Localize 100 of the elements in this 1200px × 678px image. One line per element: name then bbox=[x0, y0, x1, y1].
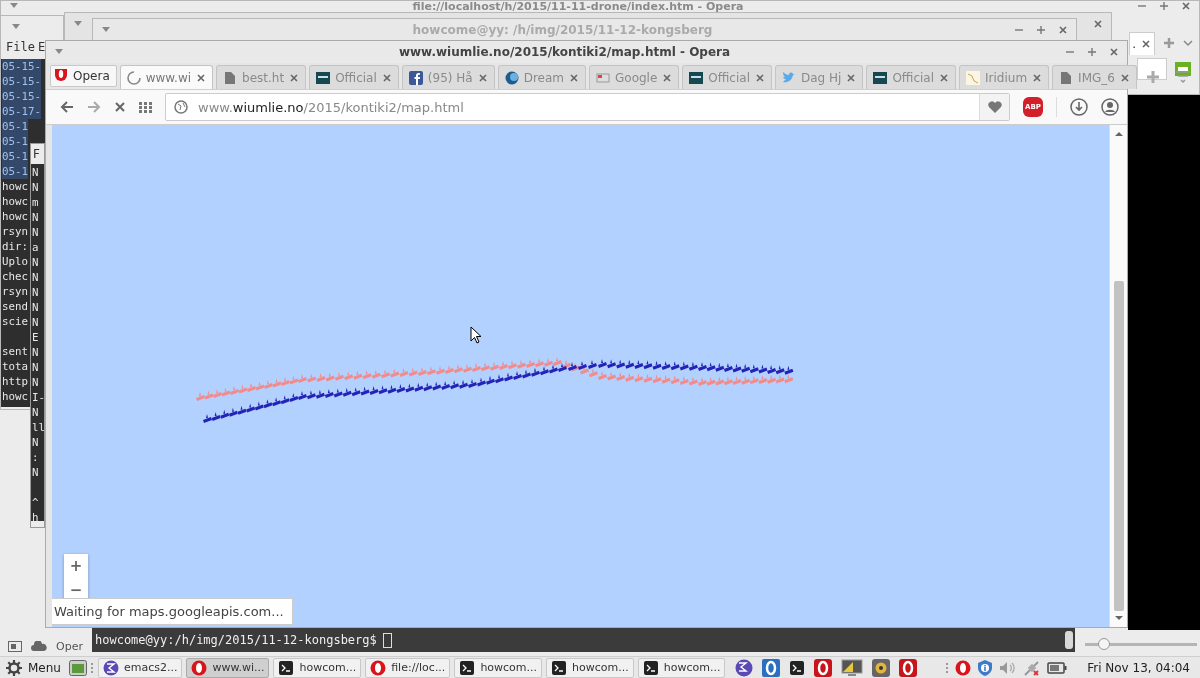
tab-menu-icon[interactable] bbox=[1174, 71, 1191, 83]
editor-logo-icon[interactable] bbox=[735, 658, 754, 677]
scrollbar-thumb[interactable] bbox=[1113, 281, 1124, 611]
terminal-line: h bbox=[32, 510, 39, 525]
opera-menu-button[interactable]: Opera bbox=[50, 65, 117, 87]
terminal-line: howc bbox=[2, 209, 28, 224]
opera-logo-icon bbox=[53, 69, 69, 83]
menu-item[interactable]: E bbox=[37, 40, 46, 54]
address-field[interactable] bbox=[1137, 58, 1167, 80]
close-icon[interactable] bbox=[939, 72, 950, 83]
site-favicon-icon bbox=[689, 70, 704, 85]
volume-icon[interactable] bbox=[999, 660, 1018, 675]
taskbar-button[interactable]: emacs2... bbox=[97, 657, 183, 678]
scroll-down-icon[interactable] bbox=[1114, 615, 1123, 621]
terminal-line: N bbox=[32, 285, 39, 300]
menu-item[interactable]: F bbox=[31, 144, 44, 164]
mouse-cursor-icon bbox=[470, 326, 482, 344]
browser-logo-icon[interactable] bbox=[762, 658, 781, 677]
terminal-line: : bbox=[32, 450, 39, 465]
monitor-icon[interactable] bbox=[841, 658, 864, 677]
map-view[interactable]: + − Waiting for maps.googleapis.com... bbox=[52, 125, 1109, 627]
close-icon[interactable] bbox=[1119, 72, 1130, 83]
close-icon[interactable] bbox=[846, 72, 857, 83]
terminal-icon[interactable] bbox=[789, 659, 806, 676]
handle-icon[interactable] bbox=[946, 662, 950, 673]
close-icon[interactable] bbox=[662, 72, 673, 83]
terminal-icon bbox=[551, 659, 568, 676]
scrollbar[interactable] bbox=[1109, 125, 1127, 627]
heart-icon bbox=[986, 100, 1003, 114]
editor-logo-icon bbox=[102, 659, 119, 676]
close-icon[interactable] bbox=[1032, 72, 1043, 83]
site-favicon-icon bbox=[316, 70, 331, 85]
terminal-line: E bbox=[32, 330, 39, 345]
close-icon[interactable] bbox=[1141, 38, 1151, 49]
terminal-line: N bbox=[32, 375, 39, 390]
url-text: www.wiumlie.no/2015/kontiki2/map.html bbox=[198, 99, 465, 115]
bookmark-button[interactable] bbox=[979, 94, 1009, 120]
browser-tab[interactable]: . bbox=[1129, 31, 1155, 55]
close-icon[interactable] bbox=[755, 72, 765, 83]
taskbar-button[interactable]: howcom... bbox=[546, 657, 634, 678]
status-bubble: Waiting for maps.googleapis.com... bbox=[52, 598, 293, 625]
account-icon[interactable] bbox=[1101, 98, 1119, 116]
download-icon[interactable] bbox=[1070, 98, 1088, 116]
close-icon[interactable] bbox=[569, 72, 579, 83]
menu-item[interactable]: File bbox=[6, 40, 35, 54]
maximize-icon[interactable] bbox=[1036, 25, 1046, 35]
taskbar-button[interactable]: howcom... bbox=[637, 657, 726, 678]
site-favicon-icon bbox=[966, 70, 981, 85]
close-icon[interactable] bbox=[1109, 47, 1119, 57]
close-icon[interactable] bbox=[1058, 25, 1068, 35]
browser-logo-icon[interactable] bbox=[814, 658, 833, 677]
new-tab-icon[interactable] bbox=[1163, 37, 1175, 49]
browser-logo-icon[interactable] bbox=[899, 658, 918, 677]
cloud-icon[interactable] bbox=[31, 641, 47, 651]
scroll-up-icon[interactable] bbox=[1114, 131, 1123, 137]
close-icon[interactable] bbox=[381, 72, 392, 83]
battery-icon[interactable] bbox=[1047, 661, 1068, 674]
address-field[interactable]: www.wiumlie.no/2015/kontiki2/map.html bbox=[165, 93, 1010, 121]
show-desktop-icon[interactable] bbox=[68, 659, 87, 676]
site-favicon-icon bbox=[596, 70, 610, 85]
speed-dial-icon[interactable] bbox=[139, 101, 152, 113]
browser-tab[interactable]: www.wi bbox=[119, 65, 214, 89]
terminal-icon bbox=[642, 659, 659, 676]
back-icon[interactable] bbox=[60, 101, 74, 113]
handle-icon[interactable] bbox=[90, 662, 94, 673]
text-cursor bbox=[382, 632, 392, 648]
start-menu-button[interactable]: Menu bbox=[0, 657, 65, 678]
browser-logo-icon[interactable] bbox=[955, 659, 972, 676]
terminal-line: a bbox=[32, 240, 39, 255]
browser-logo-icon bbox=[370, 659, 387, 676]
terminal-line: I- bbox=[32, 390, 45, 405]
scrollbar-thumb[interactable] bbox=[1065, 631, 1073, 649]
terminal-line: N bbox=[32, 270, 39, 285]
slider-thumb[interactable] bbox=[1098, 638, 1111, 650]
network-disconnected-icon[interactable] bbox=[1023, 658, 1042, 677]
new-tab-icon[interactable] bbox=[1145, 70, 1160, 84]
stop-icon[interactable] bbox=[114, 101, 126, 113]
shield-info-icon[interactable] bbox=[977, 658, 994, 677]
sidebar-toggle-icon[interactable] bbox=[8, 640, 22, 652]
terminal-line: N bbox=[32, 300, 39, 315]
taskbar-button[interactable]: howcom... bbox=[454, 657, 543, 678]
speaker-icon[interactable] bbox=[872, 658, 891, 677]
taskbar-button[interactable]: www.wi... bbox=[186, 657, 270, 678]
zoom-in-button[interactable]: + bbox=[64, 554, 88, 578]
maximize-icon[interactable] bbox=[1087, 47, 1097, 57]
close-icon[interactable] bbox=[1181, 1, 1191, 11]
taskbar-button[interactable]: howcom... bbox=[273, 657, 362, 678]
close-icon[interactable] bbox=[289, 72, 300, 83]
close-icon[interactable] bbox=[477, 72, 488, 83]
terminal-line: howc bbox=[2, 389, 28, 404]
document-icon bbox=[223, 70, 238, 85]
maximize-icon[interactable] bbox=[1159, 1, 1169, 11]
forward-icon[interactable] bbox=[87, 101, 101, 113]
clock[interactable]: Fri Nov 13, 04:04 bbox=[1087, 660, 1190, 675]
close-icon[interactable] bbox=[1093, 19, 1103, 29]
close-icon[interactable] bbox=[196, 72, 207, 83]
terminal-line: send bbox=[2, 299, 28, 314]
chevron-down-icon[interactable] bbox=[1183, 39, 1193, 47]
taskbar-button[interactable]: file://loc... bbox=[365, 657, 451, 678]
terminal-line: ll bbox=[32, 420, 45, 435]
